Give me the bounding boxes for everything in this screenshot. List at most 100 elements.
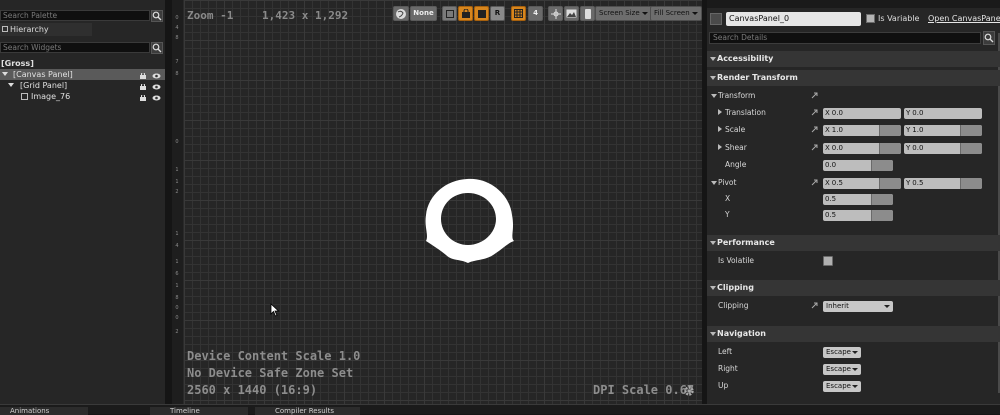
reset-arrow-icon[interactable] — [811, 109, 818, 116]
clipping-dropdown[interactable]: Inherit — [823, 301, 893, 312]
expand-arrow-icon[interactable] — [718, 109, 722, 115]
shear-y-value: 0.0 — [912, 144, 924, 152]
lock-icon[interactable] — [140, 71, 146, 79]
search-icon[interactable] — [983, 31, 995, 45]
expand-arrow-icon[interactable] — [718, 144, 722, 150]
translation-y-value: 0.0 — [912, 109, 924, 117]
is-volatile-checkbox[interactable] — [823, 256, 833, 266]
left-panel: Search Palette Hierarchy Search Widgets … — [0, 0, 165, 404]
grid-icon — [514, 9, 523, 18]
pivot-y-slider[interactable] — [960, 178, 982, 189]
section-render-transform[interactable]: Render Transform — [707, 70, 1000, 86]
tree-item-image[interactable]: Image_76 — [0, 91, 165, 102]
nav-up-dropdown[interactable]: Escape — [823, 381, 861, 392]
pivot-x-slider[interactable] — [879, 178, 901, 189]
phone-tool[interactable] — [580, 6, 595, 21]
search-icon[interactable] — [151, 42, 163, 54]
pivot-y-single-field[interactable]: 0.5 — [823, 210, 893, 221]
hierarchy-icon — [2, 26, 8, 32]
translation-y-field[interactable]: Y 0.0 — [904, 108, 982, 119]
section-navigation[interactable]: Navigation — [707, 326, 1000, 342]
shear-y-slider[interactable] — [960, 143, 982, 154]
expand-arrow-icon[interactable] — [2, 72, 8, 76]
section-accessibility[interactable]: Accessibility — [707, 51, 1000, 67]
ring-image-widget[interactable] — [420, 175, 520, 270]
scale-y-field[interactable]: Y 1.0 — [904, 125, 982, 136]
none-button[interactable]: None — [410, 6, 437, 21]
shear-x-field[interactable]: X 0.0 — [823, 143, 901, 154]
scale-x-slider[interactable] — [879, 125, 901, 136]
phone-icon — [584, 9, 591, 19]
reset-arrow-icon[interactable] — [811, 179, 818, 186]
outline-toggle[interactable] — [442, 6, 457, 21]
eye-icon[interactable] — [152, 71, 161, 79]
mouse-cursor-icon — [270, 303, 280, 317]
scale-y-slider[interactable] — [960, 125, 982, 136]
details-search-input[interactable]: Search Details — [709, 32, 981, 44]
screen-size-dropdown[interactable]: Screen Size — [595, 6, 652, 21]
angle-slider[interactable] — [871, 160, 893, 171]
nav-left-dropdown[interactable]: Escape — [823, 347, 861, 358]
widget-name-field[interactable]: CanvasPanel_0 — [726, 12, 861, 26]
section-performance[interactable]: Performance — [707, 235, 1000, 251]
eye-icon[interactable] — [152, 93, 161, 101]
globe-icon[interactable] — [393, 6, 409, 21]
tab-hierarchy[interactable]: Hierarchy — [0, 23, 92, 36]
vertical-ruler: 0 4 8 7 8 0 1 1 2 1 4 1 6 1 8 0 0 2 — [172, 0, 184, 404]
expand-arrow-icon[interactable] — [8, 83, 14, 87]
image-tool[interactable] — [564, 6, 579, 21]
pivot-row: Pivot X 0.5 Y 0.5 — [707, 175, 1000, 192]
shear-x-slider[interactable] — [879, 143, 901, 154]
reset-arrow-icon[interactable] — [811, 302, 818, 309]
move-tool[interactable] — [548, 6, 563, 21]
fill-screen-dropdown[interactable]: Fill Screen — [650, 6, 702, 21]
landscape-icon — [566, 9, 577, 18]
grid-size-dropdown[interactable]: 4 — [528, 6, 543, 21]
respect-locks-toggle[interactable] — [474, 6, 489, 21]
expand-arrow-icon[interactable] — [711, 94, 717, 98]
reset-arrow-icon[interactable] — [811, 144, 818, 151]
pivot-y-field[interactable]: Y 0.5 — [904, 178, 982, 189]
nav-up-label: Up — [718, 381, 729, 390]
section-clipping[interactable]: Clipping — [707, 280, 1000, 296]
translation-x-field[interactable]: X 0.0 — [823, 108, 901, 119]
ruler-tick-label: 1 — [175, 283, 179, 289]
shear-y-field[interactable]: Y 0.0 — [904, 143, 982, 154]
angle-field[interactable]: 0.0 — [823, 160, 893, 171]
ruler-tick-label: 4 — [175, 243, 179, 249]
details-tab[interactable] — [707, 0, 1000, 8]
pivot-y-single-slider[interactable] — [871, 210, 893, 221]
ruler-tick-label: 0 — [175, 139, 179, 145]
open-canvaspanel-link[interactable]: Open CanvasPanel — [928, 13, 1000, 24]
palette-search-input[interactable]: Search Palette — [0, 10, 150, 21]
pivot-x-single-field[interactable]: 0.5 — [823, 194, 893, 205]
grid-snap-toggle[interactable] — [511, 6, 526, 21]
translation-x-value: 0.0 — [831, 109, 843, 117]
scale-x-field[interactable]: X 1.0 — [823, 125, 901, 136]
widget-icon — [710, 13, 722, 25]
tree-root[interactable]: [Gross] — [0, 58, 165, 69]
reset-arrow-icon[interactable] — [811, 92, 818, 99]
designer-viewport[interactable]: Zoom -1 1,423 x 1,292 None R 4 Screen Si… — [184, 0, 702, 404]
nav-right-dropdown[interactable]: Escape — [823, 364, 861, 375]
search-icon[interactable] — [151, 10, 163, 22]
lock-toggle[interactable] — [458, 6, 473, 21]
is-variable-checkbox[interactable] — [866, 14, 875, 23]
tree-item-canvas-panel[interactable]: [Canvas Panel] — [0, 69, 165, 80]
lock-icon[interactable] — [140, 93, 146, 101]
expand-arrow-icon[interactable] — [711, 181, 717, 185]
bottom-tab-bar: Animations Timeline Compiler Results — [0, 404, 1000, 415]
reset-arrow-icon[interactable] — [811, 126, 818, 133]
ruler-tick-label: 1 — [175, 179, 179, 185]
r-button[interactable]: R — [490, 6, 505, 21]
ruler-tick-label: 1 — [175, 231, 179, 237]
pivot-x-field[interactable]: X 0.5 — [823, 178, 901, 189]
expand-arrow-icon[interactable] — [718, 126, 722, 132]
pivot-x-single-value: 0.5 — [825, 195, 837, 203]
tree-item-grid-panel[interactable]: [Grid Panel] — [0, 80, 165, 91]
pivot-x-single-slider[interactable] — [871, 194, 893, 205]
lock-icon[interactable] — [140, 82, 146, 90]
widget-search-input[interactable]: Search Widgets — [0, 42, 150, 53]
gear-icon[interactable] — [683, 385, 695, 397]
eye-icon[interactable] — [152, 82, 161, 90]
